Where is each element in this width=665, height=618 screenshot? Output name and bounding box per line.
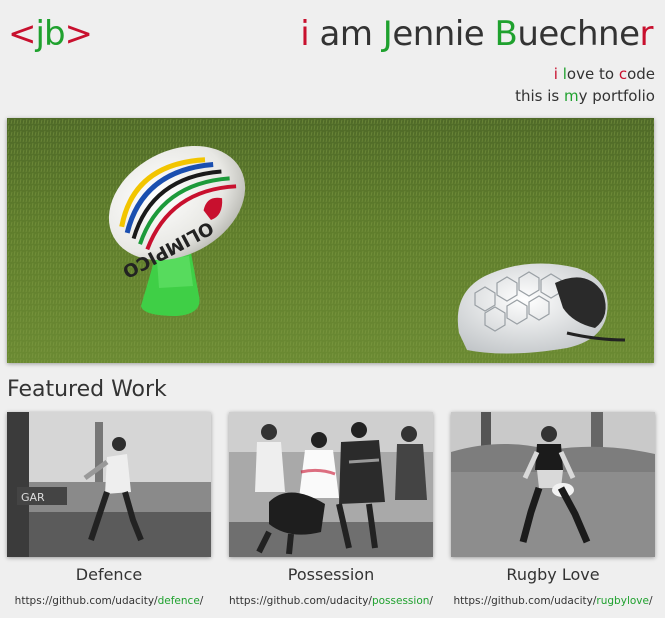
- tagline-text: this is: [515, 87, 564, 105]
- link-end[interactable]: /: [429, 595, 433, 607]
- project-thumbnail[interactable]: GAR: [7, 412, 211, 557]
- link-slug[interactable]: defence: [158, 595, 200, 607]
- tagline-text: ove to: [566, 65, 619, 83]
- title-text: am: [309, 14, 383, 54]
- title-letter-r: r: [639, 14, 654, 54]
- defence-photo: GAR: [7, 412, 211, 557]
- project-card-possession[interactable]: Possession https://github.com/udacity/po…: [229, 412, 433, 608]
- project-title: Defence: [75, 565, 143, 584]
- title-letter-j: J: [382, 14, 393, 54]
- title-letter-i: i: [300, 14, 310, 54]
- link-base[interactable]: https://github.com/udacity/: [15, 595, 158, 607]
- project-link[interactable]: https://github.com/udacity/possession/: [229, 594, 433, 608]
- project-thumbnail[interactable]: [451, 412, 655, 557]
- tagline-line-1: i love to code: [515, 63, 655, 85]
- tagline: i love to code this is my portfolio: [515, 63, 655, 107]
- project-title: Possession: [287, 565, 375, 584]
- logo-open-bracket: <: [8, 14, 36, 54]
- hero-image: OLIMPICO: [7, 118, 654, 363]
- logo-initials: jb: [35, 14, 66, 54]
- link-base[interactable]: https://github.com/udacity/: [229, 595, 372, 607]
- title-text: uechne: [517, 14, 640, 54]
- project-title: Rugby Love: [506, 565, 600, 584]
- link-base[interactable]: https://github.com/udacity/: [453, 595, 596, 607]
- possession-photo: [229, 412, 433, 557]
- page-title: i am Jennie Buechner: [300, 12, 653, 56]
- tagline-letter: m: [564, 87, 579, 105]
- link-slug[interactable]: possession: [372, 595, 429, 607]
- project-link[interactable]: https://github.com/udacity/defence/: [7, 594, 211, 608]
- logo-close-bracket: >: [64, 14, 93, 54]
- tagline-letter: c: [618, 65, 628, 83]
- project-link[interactable]: https://github.com/udacity/rugbylove/: [451, 594, 655, 608]
- title-letter-b: B: [494, 14, 518, 54]
- site-logo[interactable]: <jb>: [8, 12, 93, 56]
- title-text: ennie: [392, 14, 495, 54]
- link-end[interactable]: /: [200, 595, 204, 607]
- project-card-defence[interactable]: GAR Defence https://github.com/udacity/d…: [7, 412, 211, 608]
- featured-work-heading: Featured Work: [7, 377, 167, 402]
- svg-text:GAR: GAR: [21, 491, 45, 504]
- rugby-love-photo: [451, 412, 655, 557]
- tagline-text: y portfolio: [578, 87, 655, 105]
- link-end[interactable]: /: [649, 595, 653, 607]
- hero-rugby-illustration: OLIMPICO: [7, 118, 654, 363]
- tagline-line-2: this is my portfolio: [515, 85, 655, 107]
- project-card-rugby-love[interactable]: Rugby Love https://github.com/udacity/ru…: [451, 412, 655, 608]
- tagline-text: ode: [627, 65, 655, 83]
- project-thumbnail[interactable]: [229, 412, 433, 557]
- link-slug[interactable]: rugbylove: [596, 595, 649, 607]
